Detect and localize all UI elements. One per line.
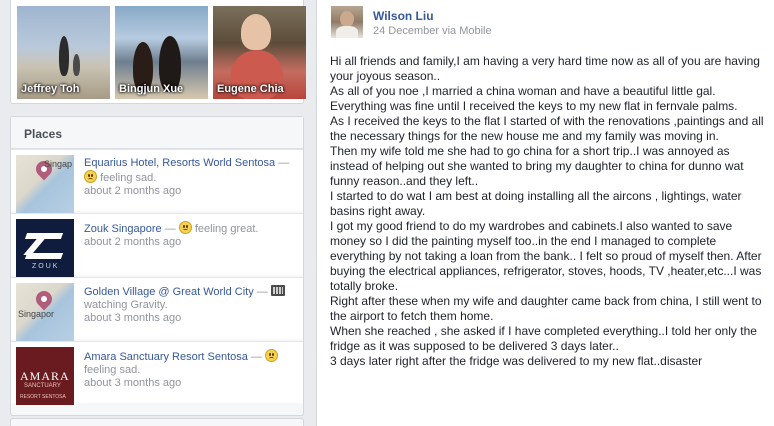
post-paragraph: 3 days later right after the fridge was … [330,354,703,368]
friend-name[interactable]: Jeffrey Toh [21,83,79,95]
post-paragraph: I started to do wat I am best at doing i… [330,189,742,218]
post-paragraph: Then my wife told me she had to go china… [330,144,744,188]
timestamp[interactable]: about 3 months ago [84,312,181,324]
place-item[interactable]: ZOUK Zouk Singapore — feeling great. abo… [11,213,303,277]
zouk-logo-thumbnail[interactable]: ZOUK [16,219,74,277]
activity-text: feeling sad. [100,172,157,184]
post-paragraph: As all of you noe ,I married a china wom… [330,84,716,98]
post-paragraph: Everything was fine until I received the… [330,99,738,113]
activity-text: watching Gravity. [84,299,168,311]
post-paragraph: Right after these when my wife and daugh… [330,294,762,323]
author-name-link[interactable]: Wilson Liu [373,9,434,23]
friends-card: Jeffrey Toh Bingjun Xue Eugene Chia [10,0,306,104]
friend-photo[interactable]: Eugene Chia [213,6,306,99]
timestamp[interactable]: about 2 months ago [84,236,181,248]
place-name-link[interactable]: Amara Sanctuary Resort Sentosa [84,351,248,363]
place-item[interactable]: AMARA SANCTUARY RESORT SENTOSA Amara San… [11,341,303,405]
place-item[interactable]: Singap Equarius Hotel, Resorts World Sen… [11,149,303,213]
friend-name[interactable]: Bingjun Xue [119,83,183,95]
timestamp[interactable]: about 3 months ago [84,377,181,389]
sad-emoji-icon [264,349,278,362]
activity-text: feeling sad. [84,364,141,376]
map-label: Singap [44,159,73,169]
place-name-link[interactable]: Golden Village @ Great World City [84,286,254,298]
places-card: Places Singap Equarius Hotel, Resorts Wo… [10,116,304,416]
timestamp[interactable]: about 2 months ago [84,185,181,197]
place-name-link[interactable]: Equarius Hotel, Resorts World Sentosa [84,157,275,169]
post-paragraph: As I received the keys to the flat I sta… [330,114,764,143]
post-paragraph: I got my good friend to do my wardrobes … [330,219,762,293]
map-pin-icon [32,287,56,311]
happy-emoji-icon [178,221,192,234]
friend-photo[interactable]: Bingjun Xue [115,6,208,99]
post-body: Hi all friends and family,I am having a … [330,54,770,369]
logo-label: ZOUK [32,263,60,270]
activity-text: feeling great. [194,223,259,235]
film-icon [270,285,285,296]
logo-label: AMARA [20,369,70,383]
logo-sublabel: SANCTUARY [24,383,61,389]
logo-footer: RESORT SENTOSA [20,394,66,400]
post-paragraph: When she reached , she asked if I have c… [330,324,757,353]
post-card: Wilson Liu 24 December via Mobile Hi all… [316,0,774,426]
next-card [10,418,304,426]
map-thumbnail[interactable]: Singapor [16,283,74,341]
left-column: Jeffrey Toh Bingjun Xue Eugene Chia Plac… [0,0,316,426]
post-paragraph: Hi all friends and family,I am having a … [330,54,760,83]
places-heading: Places [11,117,303,149]
place-item[interactable]: Singapor Golden Village @ Great World Ci… [11,277,303,341]
amara-logo-thumbnail[interactable]: AMARA SANCTUARY RESORT SENTOSA [16,347,74,405]
place-name-link[interactable]: Zouk Singapore [84,223,162,235]
friend-name[interactable]: Eugene Chia [217,83,284,95]
post-timestamp[interactable]: 24 December via Mobile [373,25,492,37]
map-label: Singapor [18,309,55,319]
sad-emoji-icon [84,170,97,183]
friend-photo[interactable]: Jeffrey Toh [17,6,110,99]
author-avatar[interactable] [331,6,363,38]
map-thumbnail[interactable]: Singap [16,155,74,213]
